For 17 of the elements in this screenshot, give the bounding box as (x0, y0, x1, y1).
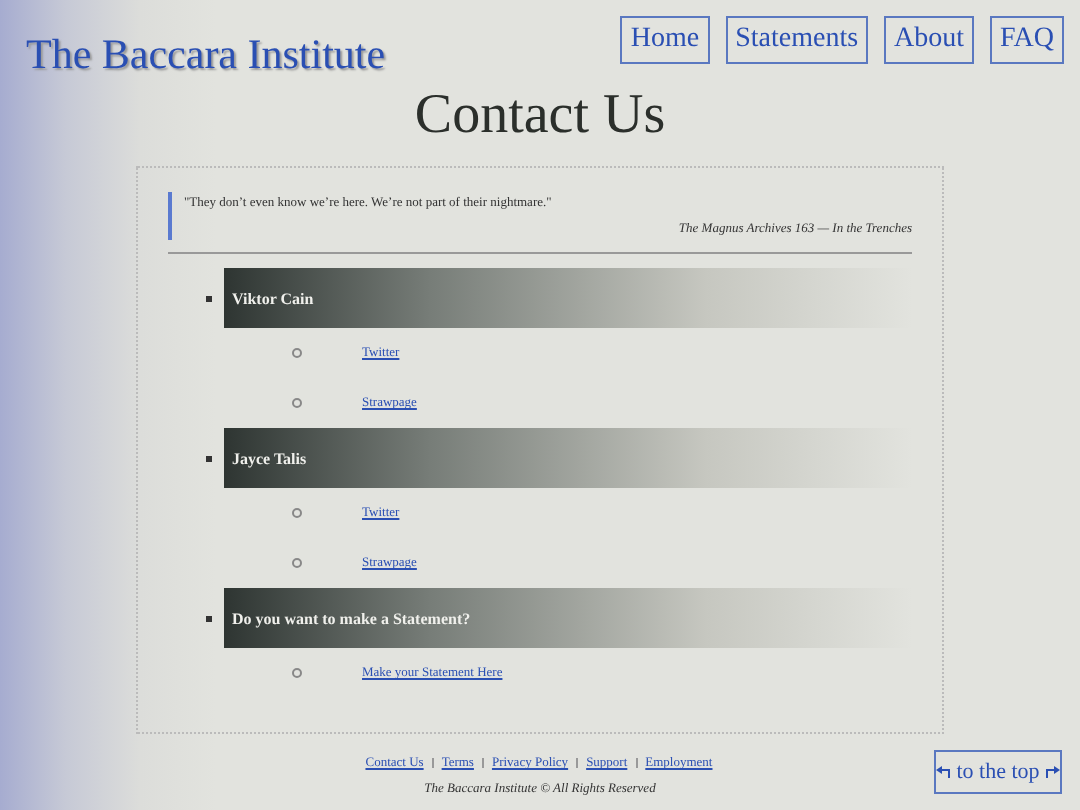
bullet-icon (292, 508, 302, 518)
bullet-icon (206, 615, 212, 621)
nav-link[interactable]: Statements (725, 16, 869, 64)
page-heading: Contact Us (412, 84, 668, 148)
nav-link[interactable]: About (884, 16, 975, 64)
bullet-icon (292, 348, 302, 358)
bullet-icon (292, 398, 302, 408)
arrow-icon (1041, 765, 1060, 779)
nav-link[interactable]: FAQ (990, 16, 1064, 64)
arrow-icon (936, 765, 955, 779)
bullet-icon (292, 558, 302, 568)
nav-link[interactable]: Home (620, 16, 710, 64)
bullet-icon (292, 668, 302, 678)
back-to-top-button[interactable]: to the top (934, 750, 1062, 794)
bullet-icon (206, 295, 212, 301)
site-title: The Baccara Institute (26, 30, 386, 80)
bullet-icon (206, 455, 212, 461)
